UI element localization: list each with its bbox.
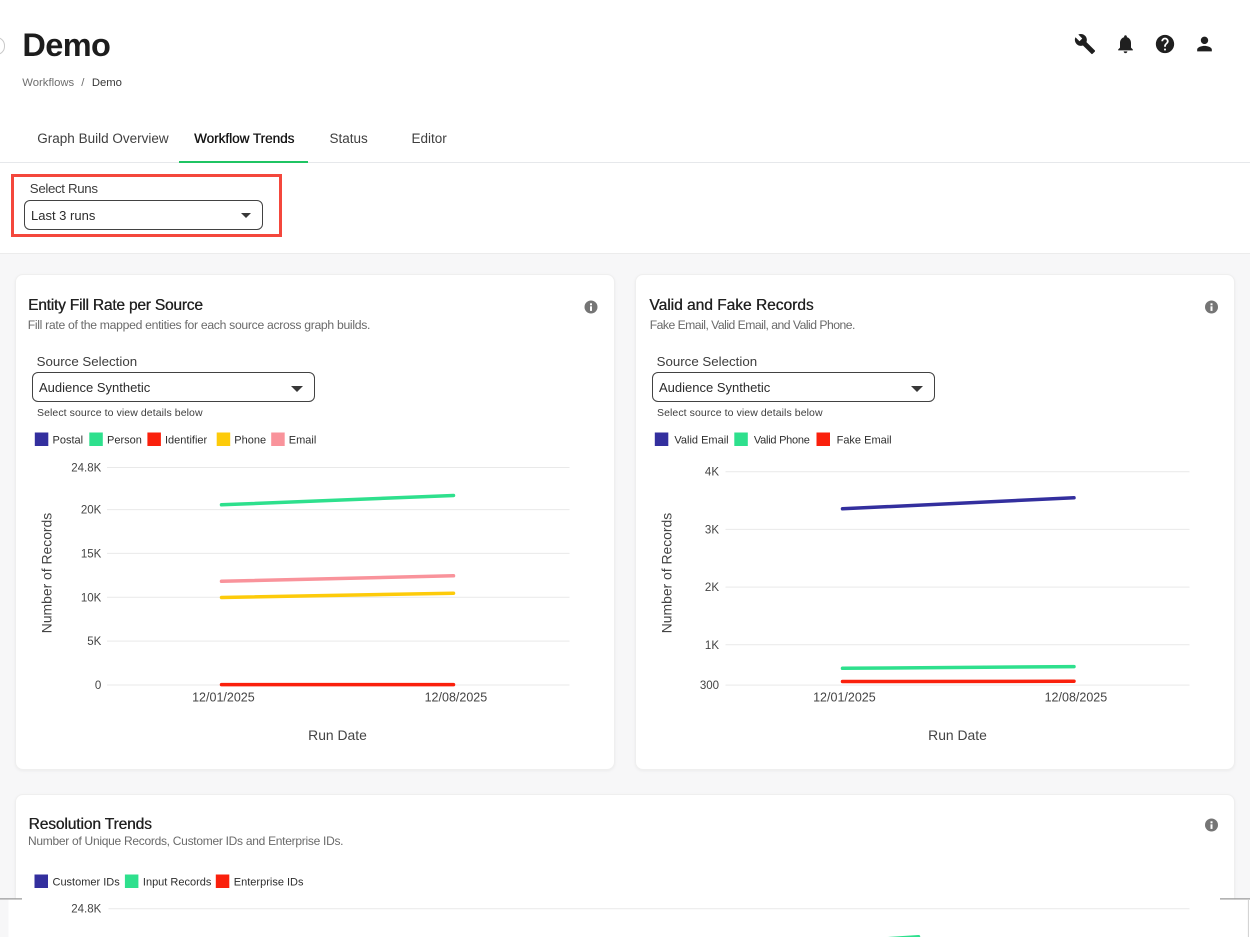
svg-text:5K: 5K <box>87 636 101 648</box>
svg-text:Phone: Phone <box>234 435 266 447</box>
svg-text:Email: Email <box>289 435 317 447</box>
svg-text:Valid Phone: Valid Phone <box>754 435 810 447</box>
svg-text:300: 300 <box>700 680 719 692</box>
svg-text:1K: 1K <box>705 640 719 652</box>
svg-text:12/08/2025: 12/08/2025 <box>1045 691 1108 705</box>
svg-text:24.8K: 24.8K <box>71 463 101 475</box>
svg-text:12/01/2025: 12/01/2025 <box>813 691 876 705</box>
svg-text:12/08/2025: 12/08/2025 <box>425 691 488 705</box>
svg-text:Postal: Postal <box>53 435 84 447</box>
svg-text:24.8K: 24.8K <box>71 904 101 916</box>
svg-text:Run Date: Run Date <box>308 727 367 743</box>
svg-text:15K: 15K <box>81 548 102 560</box>
svg-text:20K: 20K <box>81 505 102 517</box>
svg-text:Enterprise IDs: Enterprise IDs <box>234 877 304 889</box>
svg-text:2K: 2K <box>705 582 719 594</box>
svg-text:Customer IDs: Customer IDs <box>53 877 121 889</box>
svg-text:Input Records: Input Records <box>143 877 212 889</box>
svg-text:Fake Email: Fake Email <box>837 435 892 447</box>
svg-text:Number of Records: Number of Records <box>658 513 674 633</box>
svg-text:Run Date: Run Date <box>928 727 987 743</box>
svg-text:Number of Records: Number of Records <box>38 513 54 633</box>
svg-text:Identifier: Identifier <box>165 435 208 447</box>
svg-text:3K: 3K <box>705 524 719 536</box>
svg-text:10K: 10K <box>81 592 102 604</box>
svg-text:Valid Email: Valid Email <box>674 435 728 447</box>
svg-text:Person: Person <box>107 435 142 447</box>
svg-text:12/01/2025: 12/01/2025 <box>192 691 255 705</box>
svg-text:4K: 4K <box>705 467 719 479</box>
svg-text:0: 0 <box>95 680 101 692</box>
